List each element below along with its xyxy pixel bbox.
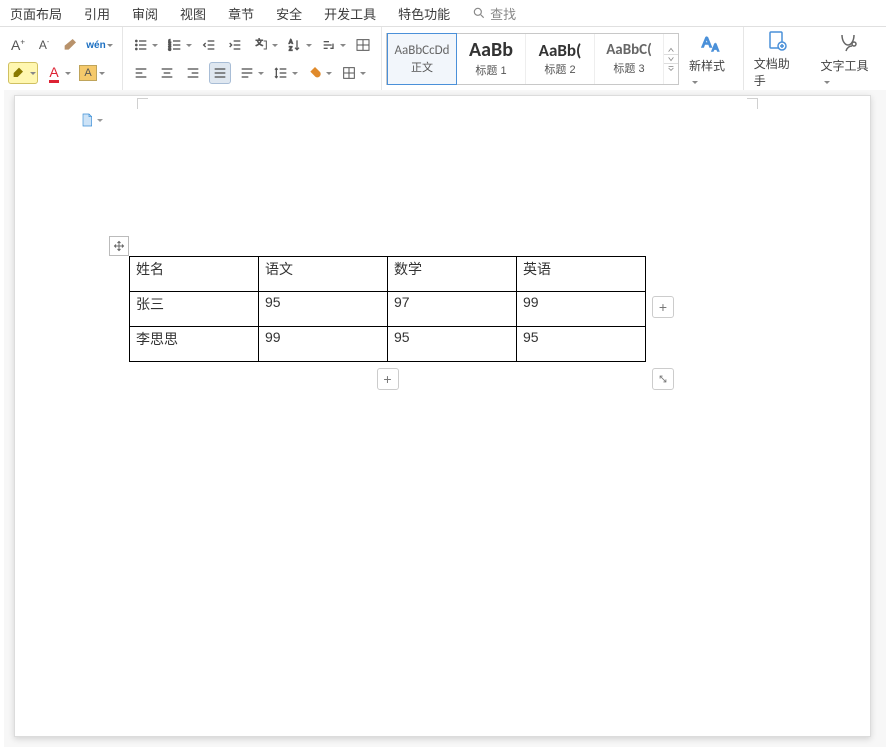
- distribute-icon[interactable]: [237, 63, 265, 83]
- svg-text:A: A: [702, 34, 712, 50]
- increase-font-icon[interactable]: A+: [8, 35, 28, 55]
- table-cell[interactable]: 姓名: [130, 257, 259, 292]
- menu-review[interactable]: 审阅: [132, 4, 158, 23]
- table-cell[interactable]: 张三: [130, 292, 259, 327]
- char-shading-icon[interactable]: A: [78, 63, 106, 83]
- sort-icon[interactable]: AZ: [285, 35, 313, 55]
- table-add-row-button[interactable]: +: [377, 368, 399, 390]
- style-label: 标题 2: [544, 61, 575, 77]
- menu-bar: 页面布局 引用 审阅 视图 章节 安全 开发工具 特色功能 查找: [0, 0, 886, 26]
- document-page[interactable]: 姓名 语文 数学 英语 张三 95 97 99 李思思 99 95 95: [14, 95, 871, 737]
- new-style-button[interactable]: AA 新样式: [679, 27, 743, 91]
- align-left-icon[interactable]: [131, 63, 151, 83]
- table-move-handle[interactable]: [109, 236, 129, 256]
- style-gallery[interactable]: AaBbCcDd 正文 AaBb 标题 1 AaBb( 标题 2 AaBbC( …: [386, 33, 679, 85]
- group-paragraph: 123 文 AZ: [123, 27, 382, 91]
- table-cell[interactable]: 语文: [259, 257, 388, 292]
- shading-icon[interactable]: [305, 63, 333, 83]
- svg-text:A: A: [712, 43, 719, 54]
- toolbar: A+ A- wén A A 123 文 AZ: [0, 26, 886, 92]
- style-label: 标题 1: [475, 62, 506, 78]
- style-h1[interactable]: AaBb 标题 1: [457, 34, 526, 84]
- highlight-icon[interactable]: [8, 62, 38, 84]
- new-style-label: 新样式: [689, 57, 733, 88]
- table-cell[interactable]: 数学: [388, 257, 517, 292]
- table-row[interactable]: 张三 95 97 99: [130, 292, 646, 327]
- document-canvas[interactable]: 姓名 语文 数学 英语 张三 95 97 99 李思思 99 95 95: [0, 90, 886, 747]
- style-h2[interactable]: AaBb( 标题 2: [526, 34, 595, 84]
- style-h3[interactable]: AaBbC( 标题 3: [595, 34, 664, 84]
- group-font: A+ A- wén A A: [0, 27, 123, 91]
- text-direction-icon[interactable]: 文: [251, 35, 279, 55]
- doc-helper-label: 文档助手: [754, 55, 801, 89]
- font-color-icon[interactable]: A: [44, 63, 72, 83]
- insert-table-icon[interactable]: [353, 35, 373, 55]
- svg-text:文: 文: [256, 38, 264, 47]
- menu-view[interactable]: 视图: [180, 4, 206, 23]
- style-normal[interactable]: AaBbCcDd 正文: [387, 33, 457, 85]
- align-center-icon[interactable]: [157, 63, 177, 83]
- menu-reference[interactable]: 引用: [84, 4, 110, 23]
- table-add-column-button[interactable]: +: [652, 296, 674, 318]
- numbering-icon[interactable]: 123: [165, 35, 193, 55]
- gallery-scroll[interactable]: [664, 46, 678, 72]
- increase-indent-icon[interactable]: [225, 35, 245, 55]
- borders-icon[interactable]: [339, 63, 367, 83]
- style-label: 正文: [411, 59, 433, 75]
- search-box[interactable]: 查找: [472, 4, 516, 23]
- margin-mark-tl: [137, 98, 148, 109]
- line-spacing-icon[interactable]: [271, 63, 299, 83]
- style-sample: AaBbCcDd: [395, 44, 450, 57]
- data-table[interactable]: 姓名 语文 数学 英语 张三 95 97 99 李思思 99 95 95: [129, 256, 646, 362]
- menu-chapter[interactable]: 章节: [228, 4, 254, 23]
- search-icon: [472, 6, 486, 20]
- style-sample: AaBbC(: [606, 43, 652, 58]
- gallery-expand-icon[interactable]: [664, 64, 678, 72]
- table-wrapper: 姓名 语文 数学 英语 张三 95 97 99 李思思 99 95 95: [129, 256, 646, 362]
- align-justify-icon[interactable]: [209, 62, 231, 84]
- paragraph-marks-icon[interactable]: [319, 35, 347, 55]
- text-tool-button[interactable]: 文字工具: [811, 27, 886, 91]
- table-cell[interactable]: 99: [259, 327, 388, 362]
- new-style-icon: AA: [699, 31, 723, 55]
- svg-text:A: A: [289, 40, 293, 46]
- gallery-up-icon[interactable]: [664, 46, 678, 55]
- align-right-icon[interactable]: [183, 63, 203, 83]
- gallery-down-icon[interactable]: [664, 55, 678, 64]
- pinyin-icon[interactable]: wén: [86, 35, 114, 55]
- table-cell[interactable]: 95: [388, 327, 517, 362]
- clear-format-icon[interactable]: [60, 35, 80, 55]
- table-cell[interactable]: 95: [517, 327, 646, 362]
- decrease-font-icon[interactable]: A-: [34, 35, 54, 55]
- text-tool-icon: [836, 31, 860, 55]
- doc-helper-icon: [765, 29, 789, 53]
- decrease-indent-icon[interactable]: [199, 35, 219, 55]
- table-cell[interactable]: 李思思: [130, 327, 259, 362]
- style-sample: AaBb: [469, 40, 513, 60]
- table-cell[interactable]: 97: [388, 292, 517, 327]
- menu-pagelayout[interactable]: 页面布局: [10, 4, 62, 23]
- menu-specials[interactable]: 特色功能: [398, 4, 450, 23]
- bullets-icon[interactable]: [131, 35, 159, 55]
- table-resize-handle[interactable]: [652, 368, 674, 390]
- table-row[interactable]: 李思思 99 95 95: [130, 327, 646, 362]
- search-label: 查找: [490, 4, 516, 23]
- text-tool-label: 文字工具: [821, 57, 876, 88]
- svg-text:3: 3: [168, 46, 171, 51]
- menu-security[interactable]: 安全: [276, 4, 302, 23]
- page-options-icon[interactable]: [79, 112, 103, 128]
- table-row[interactable]: 姓名 语文 数学 英语: [130, 257, 646, 292]
- table-cell[interactable]: 英语: [517, 257, 646, 292]
- table-cell[interactable]: 95: [259, 292, 388, 327]
- svg-text:Z: Z: [289, 46, 293, 52]
- style-sample: AaBb(: [539, 42, 582, 59]
- menu-devtools[interactable]: 开发工具: [324, 4, 376, 23]
- table-cell[interactable]: 99: [517, 292, 646, 327]
- style-label: 标题 3: [613, 60, 644, 76]
- doc-helper-button[interactable]: 文档助手: [744, 27, 811, 91]
- margin-mark-tr: [747, 98, 758, 109]
